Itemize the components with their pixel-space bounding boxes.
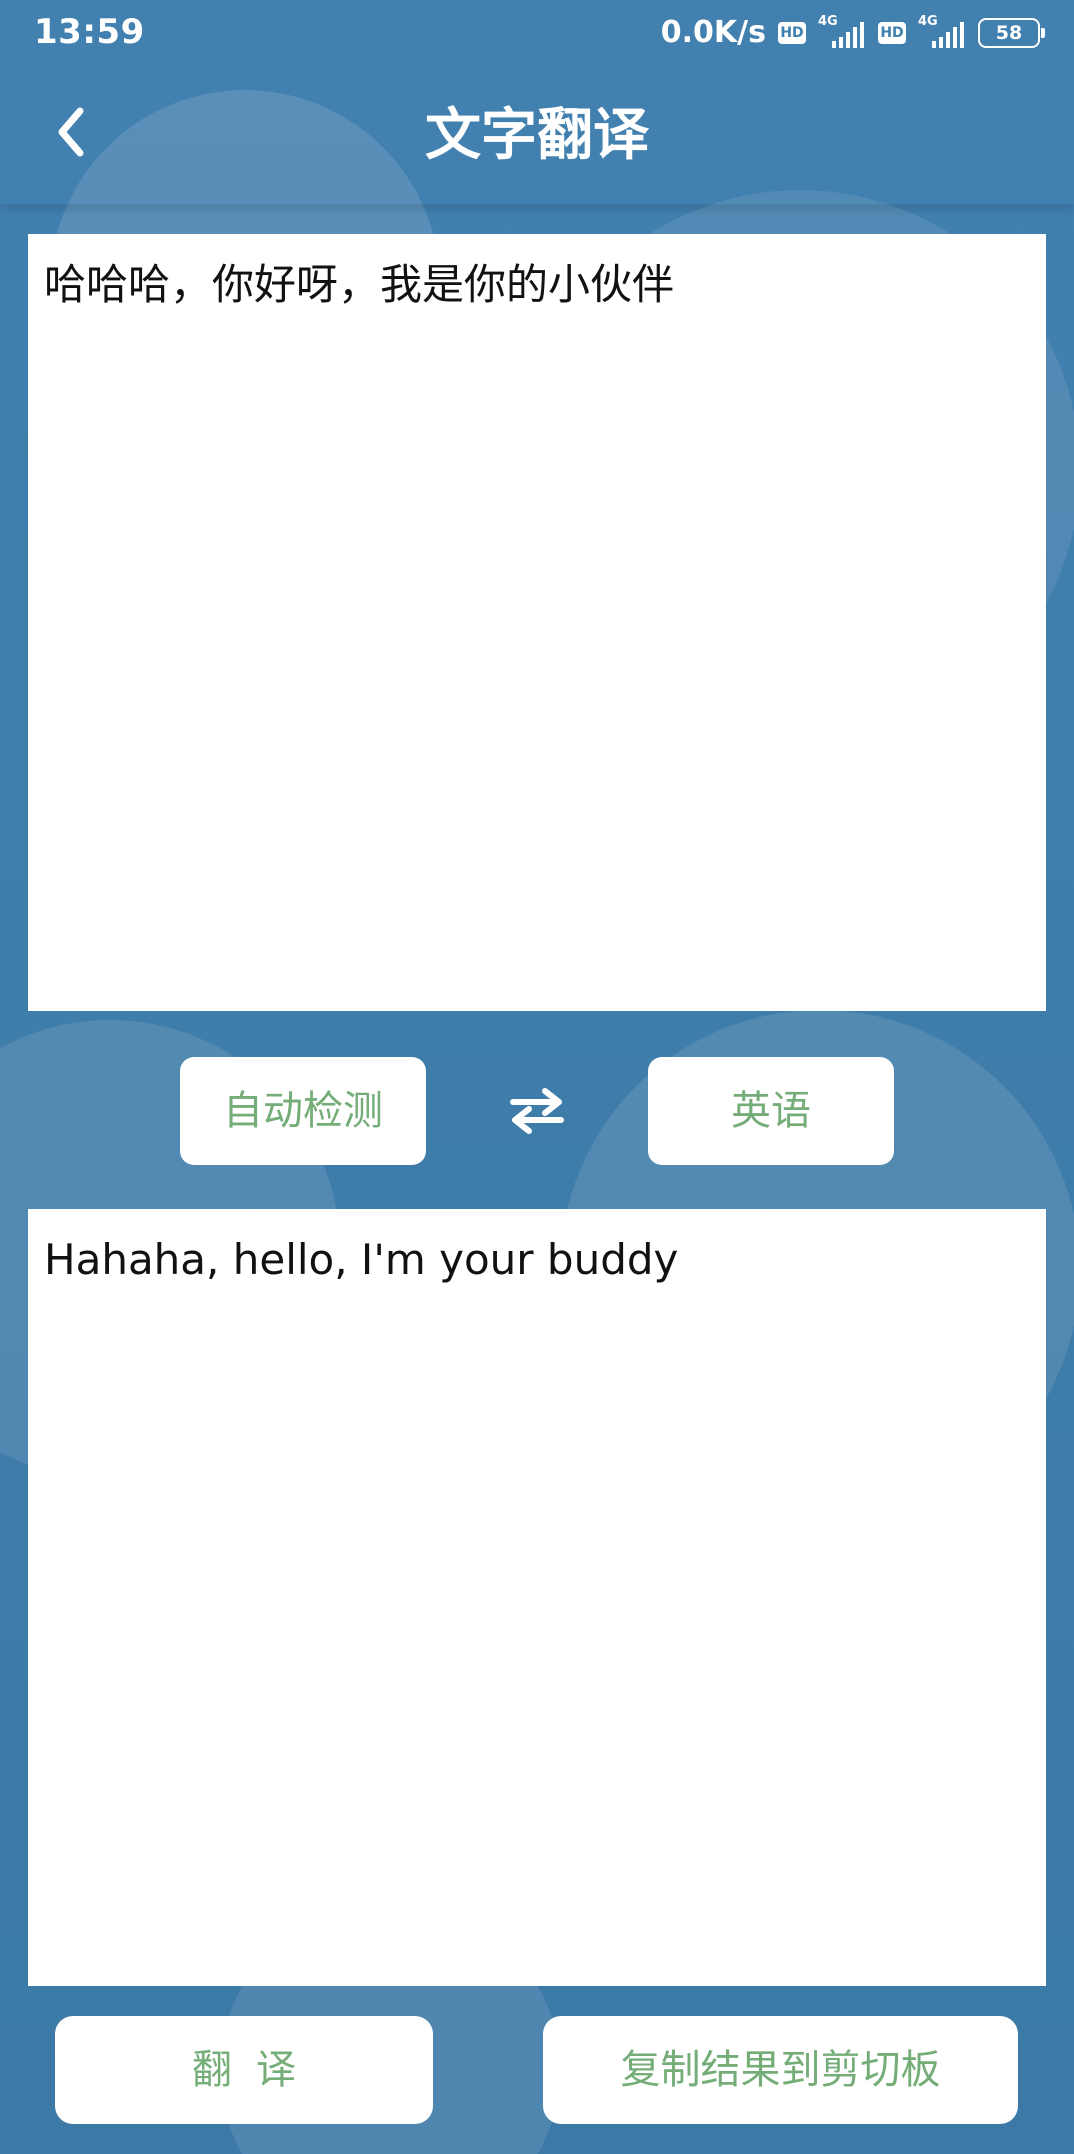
swap-language-button[interactable] — [505, 1085, 569, 1137]
status-time: 13:59 — [34, 12, 145, 52]
source-text-input[interactable]: 哈哈哈，你好呀，我是你的小伙伴 — [28, 234, 1046, 1011]
source-language-button[interactable]: 自动检测 — [180, 1057, 426, 1165]
swap-arrows-icon — [510, 1088, 564, 1134]
source-text[interactable]: 哈哈哈，你好呀，我是你的小伙伴 — [28, 234, 1046, 337]
network-speed: 0.0K/s — [660, 15, 766, 50]
translate-button[interactable]: 翻译 — [55, 2016, 433, 2124]
app-bar: 文字翻译 — [0, 66, 1074, 206]
target-language-button[interactable]: 英语 — [648, 1057, 894, 1165]
signal-icon: 4G — [918, 14, 966, 50]
copy-result-button[interactable]: 复制结果到剪切板 — [543, 2016, 1018, 2124]
result-text: Hahaha, hello, I'm your buddy — [44, 1235, 679, 1284]
status-indicators: 0.0K/s HD 4G HD 4G 58 — [660, 12, 1045, 54]
hd-badge: HD — [878, 22, 906, 44]
signal-icon: 4G — [818, 14, 866, 50]
battery-icon: 58 — [978, 18, 1045, 48]
status-bar: 13:59 0.0K/s HD 4G HD 4G 58 — [0, 0, 1074, 66]
page-title: 文字翻译 — [425, 103, 649, 168]
battery-level: 58 — [995, 22, 1023, 44]
language-selector-row: 自动检测 英语 — [0, 1057, 1074, 1167]
translation-result: Hahaha, hello, I'm your buddy — [28, 1209, 1046, 1986]
signal-bars-icon — [932, 22, 964, 48]
bottom-actions: 翻译 复制结果到剪切板 — [0, 2016, 1074, 2126]
hd-badge: HD — [778, 22, 806, 44]
signal-bars-icon — [832, 22, 864, 48]
